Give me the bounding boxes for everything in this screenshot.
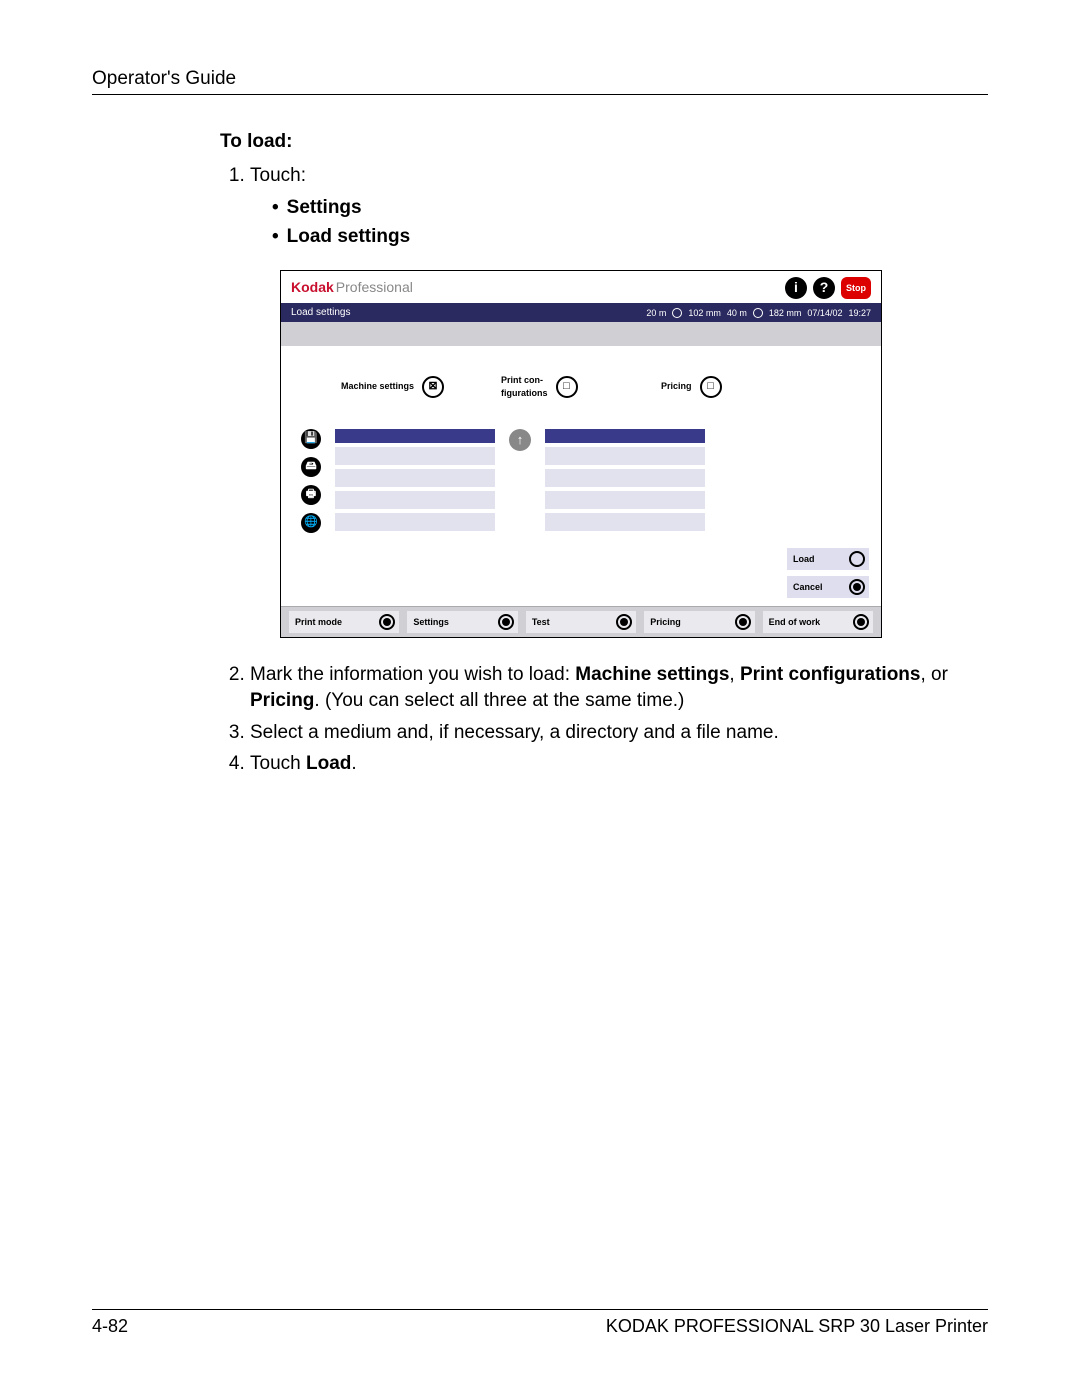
button-label: End of work (769, 616, 821, 628)
network-icon[interactable]: 🌐 (301, 513, 321, 533)
header-rule (92, 94, 988, 95)
status-date: 07/14/02 (807, 307, 842, 319)
status-roll1-len: 20 m (646, 307, 666, 319)
step2-text-a: Mark the information you wish to load: (250, 664, 575, 685)
step-1: Touch: Settings Load settings KodakProfe… (250, 163, 980, 638)
list-item[interactable] (335, 513, 495, 531)
status-roll1-width: 102 mm (688, 307, 721, 319)
step1-bullet-settings: Settings (272, 195, 980, 221)
radio-icon (849, 551, 865, 567)
page-number: 4-82 (92, 1316, 128, 1337)
brand: KodakProfessional (291, 278, 413, 297)
button-label: Test (532, 616, 550, 628)
stop-button[interactable]: Stop (841, 277, 871, 299)
step2-bold-3: Pricing (250, 690, 314, 711)
option-print-configurations[interactable]: Print con- figurations □ (501, 374, 611, 398)
option-machine-settings[interactable]: Machine settings ⊠ (341, 374, 451, 398)
nav-end-of-work[interactable]: End of work (763, 611, 873, 633)
step-3: Select a medium and, if necessary, a dir… (250, 720, 980, 746)
device-screenshot: KodakProfessional i ? Stop Load settings… (280, 270, 882, 639)
list-header (335, 429, 495, 443)
help-icon[interactable]: ? (813, 277, 835, 299)
button-label: Load (793, 553, 815, 565)
list-item[interactable] (545, 491, 705, 509)
device-top-bar: KodakProfessional i ? Stop (281, 271, 881, 303)
checkbox-icon: □ (556, 376, 578, 398)
list-header (545, 429, 705, 443)
radio-icon (849, 579, 865, 595)
step2-bold-2: Print configurations (740, 664, 921, 685)
device-bottom-bar: Print mode Settings Test Pricing End of … (281, 606, 881, 637)
floppy-icon[interactable]: 💾 (301, 429, 321, 449)
nav-settings[interactable]: Settings (407, 611, 517, 633)
load-button[interactable]: Load (787, 548, 869, 570)
device-title: Load settings (291, 306, 351, 320)
device-status: 20 m 102 mm 40 m 182 mm 07/14/02 19:27 (646, 306, 871, 320)
button-label: Settings (413, 616, 449, 628)
status-time: 19:27 (848, 307, 871, 319)
brand-kodak: Kodak (291, 279, 334, 295)
step2-text-e: . (You can select all three at the same … (314, 690, 684, 711)
roll-icon (753, 308, 763, 318)
checkbox-icon: □ (700, 376, 722, 398)
list-item[interactable] (545, 469, 705, 487)
footer-rule (92, 1309, 988, 1310)
device-toolbar (281, 322, 881, 346)
page-footer: 4-82 KODAK PROFESSIONAL SRP 30 Laser Pri… (92, 1309, 988, 1337)
step4-bold: Load (306, 753, 351, 774)
section-heading: To load: (220, 131, 980, 153)
step1-bullet-load-settings: Load settings (272, 224, 980, 250)
button-label: Pricing (650, 616, 681, 628)
roll-icon (672, 308, 682, 318)
option-label: Machine settings (341, 380, 414, 392)
checkbox-checked-icon: ⊠ (422, 376, 444, 398)
info-icon[interactable]: i (785, 277, 807, 299)
up-arrow-icon[interactable]: ↑ (509, 429, 531, 451)
step-4: Touch Load. (250, 751, 980, 777)
step2-text-d: , or (920, 664, 947, 685)
list-item[interactable] (335, 491, 495, 509)
radio-icon (735, 614, 751, 630)
header-title: Operator's Guide (92, 68, 988, 90)
nav-test[interactable]: Test (526, 611, 636, 633)
step1-intro: Touch: (250, 165, 306, 186)
product-name: KODAK PROFESSIONAL SRP 30 Laser Printer (606, 1316, 988, 1337)
nav-print-mode[interactable]: Print mode (289, 611, 399, 633)
device-title-bar: Load settings 20 m 102 mm 40 m 182 mm 07… (281, 303, 881, 323)
option-label: Print con- figurations (501, 374, 548, 398)
radio-icon (853, 614, 869, 630)
step4-text-a: Touch (250, 753, 306, 774)
button-label: Cancel (793, 581, 823, 593)
list-item[interactable] (545, 513, 705, 531)
option-label: Pricing (661, 380, 692, 392)
radio-icon (379, 614, 395, 630)
file-list[interactable] (545, 429, 705, 531)
step4-text-c: . (351, 753, 356, 774)
device-body: Machine settings ⊠ Print con- figuration… (281, 346, 881, 606)
list-item[interactable] (335, 447, 495, 465)
printer-icon[interactable]: 🖶 (301, 485, 321, 505)
brand-professional: Professional (336, 279, 413, 295)
radio-icon (616, 614, 632, 630)
nav-pricing[interactable]: Pricing (644, 611, 754, 633)
option-pricing[interactable]: Pricing □ (661, 374, 771, 398)
step2-text-c: , (729, 664, 740, 685)
drive-icon[interactable]: 🖴 (301, 457, 321, 477)
cancel-button[interactable]: Cancel (787, 576, 869, 598)
list-item[interactable] (335, 469, 495, 487)
directory-list[interactable] (335, 429, 495, 531)
radio-icon (498, 614, 514, 630)
step-2: Mark the information you wish to load: M… (250, 662, 980, 713)
button-label: Print mode (295, 616, 342, 628)
status-roll2-width: 182 mm (769, 307, 802, 319)
list-item[interactable] (545, 447, 705, 465)
step2-bold-1: Machine settings (575, 664, 729, 685)
status-roll2-len: 40 m (727, 307, 747, 319)
